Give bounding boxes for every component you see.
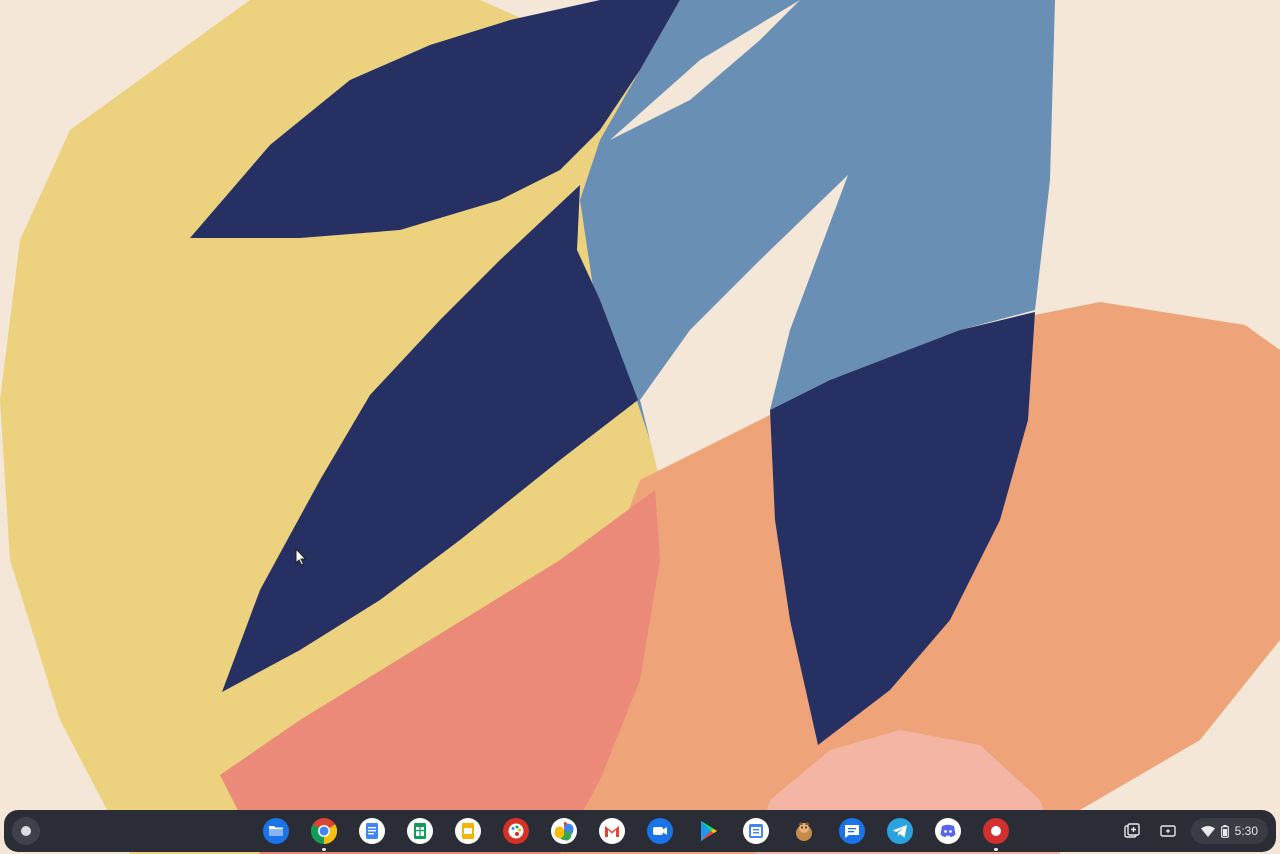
photos-pinwheel-icon: [551, 818, 577, 844]
status-area: 5:30: [1119, 815, 1268, 847]
app-sheets[interactable]: [404, 815, 436, 847]
discord-icon: [935, 818, 961, 844]
battery-icon: [1220, 824, 1229, 838]
app-docs[interactable]: [356, 815, 388, 847]
launcher-circle-icon: [21, 826, 31, 836]
app-telegram[interactable]: [884, 815, 916, 847]
launcher-button[interactable]: [12, 817, 40, 845]
app-messages[interactable]: [836, 815, 868, 847]
sheets-icon: [407, 818, 433, 844]
quick-settings-button[interactable]: 5:30: [1190, 818, 1268, 844]
calendar-icon: [743, 818, 769, 844]
app-duo[interactable]: [644, 815, 676, 847]
app-gmail[interactable]: [596, 815, 628, 847]
telegram-icon: [887, 818, 913, 844]
chrome-icon: [310, 818, 338, 845]
video-call-icon: [647, 818, 673, 844]
wifi-icon: [1200, 826, 1215, 837]
app-screen-recorder[interactable]: [980, 815, 1012, 851]
record-icon: [983, 818, 1009, 844]
app-play-store[interactable]: [692, 815, 724, 847]
pinned-apps: [260, 815, 1012, 851]
mouse-cursor-icon: [295, 548, 307, 566]
app-files[interactable]: [260, 815, 292, 847]
character-icon: [796, 822, 812, 841]
app-chrome[interactable]: [308, 815, 340, 851]
app-slides[interactable]: [452, 815, 484, 847]
app-calendar[interactable]: [740, 815, 772, 847]
screen-capture-button[interactable]: [1155, 818, 1181, 844]
play-store-icon: [701, 821, 717, 841]
screen-capture-icon: [1159, 825, 1176, 837]
shelf: 5:30: [4, 810, 1276, 852]
running-indicator: [322, 848, 326, 851]
clock-time: 5:30: [1234, 824, 1258, 838]
desktop: 5:30: [0, 0, 1280, 854]
palette-icon: [503, 818, 529, 844]
messages-icon: [839, 818, 865, 844]
app-photos[interactable]: [548, 815, 580, 847]
wallpaper: [0, 0, 1280, 854]
gmail-icon: [599, 818, 625, 844]
slides-icon: [455, 818, 481, 844]
clipboard-button[interactable]: [1119, 818, 1145, 844]
files-folder-icon: [263, 818, 289, 844]
app-game[interactable]: [788, 815, 820, 847]
app-canvas[interactable]: [500, 815, 532, 847]
running-indicator: [994, 848, 998, 851]
clipboard-add-icon: [1123, 823, 1140, 838]
app-discord[interactable]: [932, 815, 964, 847]
docs-icon: [359, 818, 385, 844]
